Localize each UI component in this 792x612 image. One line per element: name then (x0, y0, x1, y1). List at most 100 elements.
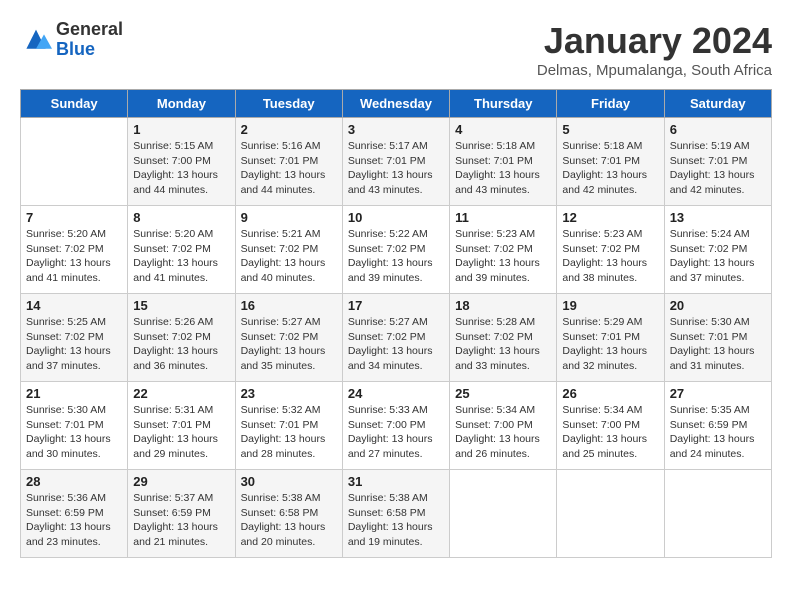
day-number: 9 (241, 210, 337, 225)
calendar-cell: 12 Sunrise: 5:23 AM Sunset: 7:02 PM Dayli… (557, 206, 664, 294)
day-detail: Sunrise: 5:35 AM Sunset: 6:59 PM Dayligh… (670, 403, 766, 462)
day-detail: Sunrise: 5:28 AM Sunset: 7:02 PM Dayligh… (455, 315, 551, 374)
header-thursday: Thursday (450, 90, 557, 118)
day-number: 26 (562, 386, 658, 401)
calendar-cell: 14Sunrise: 5:25 AM Sunset: 7:02 PM Dayli… (21, 294, 128, 382)
day-number: 13 (670, 210, 766, 225)
day-number: 6 (670, 122, 766, 137)
day-detail: Sunrise: 5:21 AM Sunset: 7:02 PM Dayligh… (241, 227, 337, 286)
day-number: 12 (562, 210, 658, 225)
logo-icon (20, 26, 52, 54)
day-detail: Sunrise: 5:31 AM Sunset: 7:01 PM Dayligh… (133, 403, 229, 462)
calendar-cell: 25 Sunrise: 5:34 AM Sunset: 7:00 PM Dayli… (450, 382, 557, 470)
day-number: 24 (348, 386, 444, 401)
day-detail: Sunrise: 5:23 AM Sunset: 7:02 PM Dayligh… (562, 227, 658, 286)
calendar-cell: 15Sunrise: 5:26 AM Sunset: 7:02 PM Dayli… (128, 294, 235, 382)
calendar-table: SundayMondayTuesdayWednesdayThursdayFrid… (20, 89, 772, 558)
day-detail: Sunrise: 5:19 AM Sunset: 7:01 PM Dayligh… (670, 139, 766, 198)
day-number: 7 (26, 210, 122, 225)
day-number: 25 (455, 386, 551, 401)
day-detail: Sunrise: 5:23 AM Sunset: 7:02 PM Dayligh… (455, 227, 551, 286)
day-detail: Sunrise: 5:37 AM Sunset: 6:59 PM Dayligh… (133, 491, 229, 550)
calendar-cell: 17 Sunrise: 5:27 AM Sunset: 7:02 PM Dayli… (342, 294, 449, 382)
calendar-cell: 1 Sunrise: 5:15 AM Sunset: 7:00 PM Daylig… (128, 118, 235, 206)
calendar-cell (450, 470, 557, 558)
day-detail: Sunrise: 5:20 AM Sunset: 7:02 PM Dayligh… (133, 227, 229, 286)
day-detail: Sunrise: 5:27 AM Sunset: 7:02 PM Dayligh… (348, 315, 444, 374)
day-number: 5 (562, 122, 658, 137)
day-number: 29 (133, 474, 229, 489)
day-detail: Sunrise: 5:33 AM Sunset: 7:00 PM Dayligh… (348, 403, 444, 462)
calendar-header-row: SundayMondayTuesdayWednesdayThursdayFrid… (21, 90, 772, 118)
day-detail: Sunrise: 5:30 AM Sunset: 7:01 PM Dayligh… (26, 403, 122, 462)
calendar-cell (664, 470, 771, 558)
day-number: 17 (348, 298, 444, 313)
calendar-week-4: 28Sunrise: 5:36 AM Sunset: 6:59 PM Dayli… (21, 470, 772, 558)
day-number: 3 (348, 122, 444, 137)
day-number: 31 (348, 474, 444, 489)
calendar-cell: 27 Sunrise: 5:35 AM Sunset: 6:59 PM Dayli… (664, 382, 771, 470)
day-detail: Sunrise: 5:34 AM Sunset: 7:00 PM Dayligh… (562, 403, 658, 462)
calendar-body: 1 Sunrise: 5:15 AM Sunset: 7:00 PM Daylig… (21, 118, 772, 558)
day-number: 15 (133, 298, 229, 313)
day-detail: Sunrise: 5:34 AM Sunset: 7:00 PM Dayligh… (455, 403, 551, 462)
calendar-cell: 13Sunrise: 5:24 AM Sunset: 7:02 PM Dayli… (664, 206, 771, 294)
logo-blue: Blue (56, 40, 123, 60)
header-sunday: Sunday (21, 90, 128, 118)
day-number: 21 (26, 386, 122, 401)
header-monday: Monday (128, 90, 235, 118)
calendar-cell: 11 Sunrise: 5:23 AM Sunset: 7:02 PM Dayli… (450, 206, 557, 294)
calendar-week-3: 21 Sunrise: 5:30 AM Sunset: 7:01 PM Dayli… (21, 382, 772, 470)
calendar-cell: 22 Sunrise: 5:31 AM Sunset: 7:01 PM Dayli… (128, 382, 235, 470)
calendar-cell: 5 Sunrise: 5:18 AM Sunset: 7:01 PM Daylig… (557, 118, 664, 206)
day-detail: Sunrise: 5:16 AM Sunset: 7:01 PM Dayligh… (241, 139, 337, 198)
calendar-cell: 18Sunrise: 5:28 AM Sunset: 7:02 PM Dayli… (450, 294, 557, 382)
day-number: 22 (133, 386, 229, 401)
calendar-cell: 7Sunrise: 5:20 AM Sunset: 7:02 PM Daylig… (21, 206, 128, 294)
month-title: January 2024 (537, 20, 772, 62)
day-number: 1 (133, 122, 229, 137)
calendar-week-1: 7 Sunrise: 5:20 AM Sunset: 7:02 PM Daylig… (21, 206, 772, 294)
logo-general: General (56, 20, 123, 40)
calendar-cell: 3 Sunrise: 5:17 AM Sunset: 7:01 PM Daylig… (342, 118, 449, 206)
calendar-cell: 21 Sunrise: 5:30 AM Sunset: 7:01 PM Dayli… (21, 382, 128, 470)
day-detail: Sunrise: 5:38 AM Sunset: 6:58 PM Dayligh… (241, 491, 337, 550)
day-detail: Sunrise: 5:15 AM Sunset: 7:00 PM Dayligh… (133, 139, 229, 198)
calendar-week-2: 14Sunrise: 5:25 AM Sunset: 7:02 PM Dayli… (21, 294, 772, 382)
day-number: 23 (241, 386, 337, 401)
day-number: 20 (670, 298, 766, 313)
calendar-week-0: 1 Sunrise: 5:15 AM Sunset: 7:00 PM Daylig… (21, 118, 772, 206)
calendar-cell (21, 118, 128, 206)
calendar-cell: 19Sunrise: 5:29 AM Sunset: 7:01 PM Dayli… (557, 294, 664, 382)
day-number: 11 (455, 210, 551, 225)
day-number: 8 (133, 210, 229, 225)
calendar-cell: 10 Sunrise: 5:22 AM Sunset: 7:02 PM Dayli… (342, 206, 449, 294)
day-detail: Sunrise: 5:18 AM Sunset: 7:01 PM Dayligh… (562, 139, 658, 198)
calendar-cell: 23Sunrise: 5:32 AM Sunset: 7:01 PM Dayli… (235, 382, 342, 470)
day-number: 27 (670, 386, 766, 401)
day-detail: Sunrise: 5:18 AM Sunset: 7:01 PM Dayligh… (455, 139, 551, 198)
title-block: January 2024 Delmas, Mpumalanga, South A… (537, 20, 772, 79)
day-detail: Sunrise: 5:25 AM Sunset: 7:02 PM Dayligh… (26, 315, 122, 374)
calendar-cell: 26 Sunrise: 5:34 AM Sunset: 7:00 PM Dayli… (557, 382, 664, 470)
day-detail: Sunrise: 5:22 AM Sunset: 7:02 PM Dayligh… (348, 227, 444, 286)
day-number: 4 (455, 122, 551, 137)
calendar-cell: 31Sunrise: 5:38 AM Sunset: 6:58 PM Dayli… (342, 470, 449, 558)
header-saturday: Saturday (664, 90, 771, 118)
calendar-cell: 4 Sunrise: 5:18 AM Sunset: 7:01 PM Daylig… (450, 118, 557, 206)
calendar-cell: 30Sunrise: 5:38 AM Sunset: 6:58 PM Dayli… (235, 470, 342, 558)
day-detail: Sunrise: 5:27 AM Sunset: 7:02 PM Dayligh… (241, 315, 337, 374)
day-number: 10 (348, 210, 444, 225)
day-detail: Sunrise: 5:29 AM Sunset: 7:01 PM Dayligh… (562, 315, 658, 374)
logo: General Blue (20, 20, 123, 60)
logo-text: General Blue (56, 20, 123, 60)
calendar-cell: 9 Sunrise: 5:21 AM Sunset: 7:02 PM Daylig… (235, 206, 342, 294)
calendar-cell: 20Sunrise: 5:30 AM Sunset: 7:01 PM Dayli… (664, 294, 771, 382)
header-tuesday: Tuesday (235, 90, 342, 118)
day-number: 28 (26, 474, 122, 489)
header-friday: Friday (557, 90, 664, 118)
calendar-cell: 6 Sunrise: 5:19 AM Sunset: 7:01 PM Daylig… (664, 118, 771, 206)
day-number: 2 (241, 122, 337, 137)
location-title: Delmas, Mpumalanga, South Africa (537, 62, 772, 79)
day-detail: Sunrise: 5:17 AM Sunset: 7:01 PM Dayligh… (348, 139, 444, 198)
